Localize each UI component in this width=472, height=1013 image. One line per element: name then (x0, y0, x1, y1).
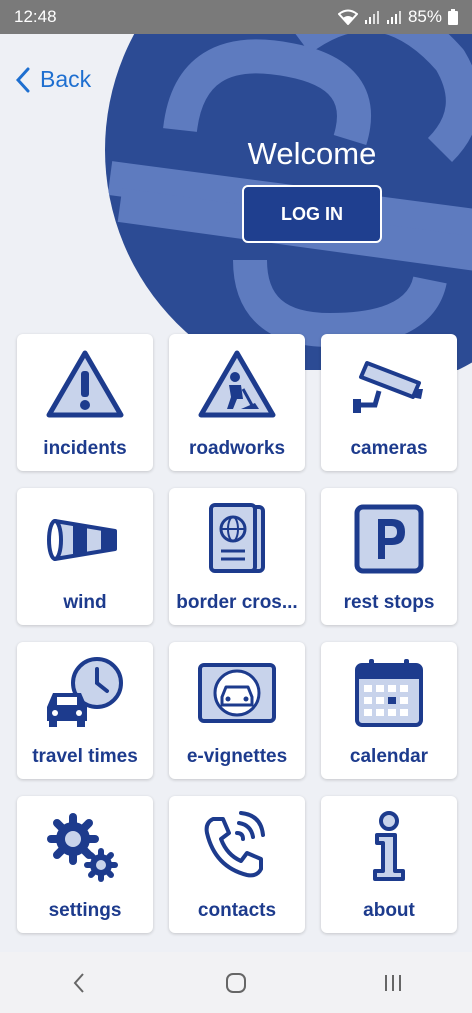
tile-label: e-vignettes (186, 746, 288, 767)
tile-roadworks[interactable]: roadworks (169, 334, 305, 471)
car-clock-icon (47, 657, 123, 727)
tile-contacts[interactable]: contacts (169, 796, 305, 933)
chevron-left-icon (16, 67, 30, 92)
welcome-heading: Welcome (247, 136, 377, 171)
brand-logo-circle (105, 0, 472, 370)
status-time: 12:48 (14, 7, 57, 26)
tile-label: cameras (350, 438, 428, 459)
parking-icon (354, 504, 424, 574)
tile-travel-times[interactable]: travel times (17, 642, 153, 779)
tile-calendar[interactable]: calendar (321, 642, 457, 779)
tile-label: about (363, 900, 415, 921)
nav-home-button[interactable] (206, 963, 266, 1003)
passport-icon (209, 503, 265, 573)
recents-icon (385, 974, 402, 991)
tile-border-crossings[interactable]: border cros... (169, 488, 305, 625)
warning-icon (46, 350, 124, 418)
tile-label: calendar (349, 746, 429, 767)
tile-rest-stops[interactable]: rest stops (321, 488, 457, 625)
battery-icon (448, 9, 458, 25)
tile-label: border cros... (176, 592, 298, 613)
status-icons: 85% (337, 7, 458, 27)
gears-icon (47, 813, 118, 882)
login-button[interactable]: LOG IN (242, 185, 382, 243)
signal-icon (364, 11, 379, 24)
tile-label: rest stops (343, 592, 435, 613)
wifi-icon (337, 9, 358, 25)
tile-e-vignettes[interactable]: e-vignettes (169, 642, 305, 779)
back-button[interactable]: Back (16, 66, 91, 93)
tile-label: contacts (197, 900, 277, 921)
phone-icon (204, 811, 265, 878)
home-icon (225, 972, 246, 993)
back-label: Back (40, 66, 92, 92)
tile-about[interactable]: about (321, 796, 457, 933)
system-nav-bar (0, 952, 472, 1013)
tile-label: roadworks (188, 438, 286, 459)
camera-icon (353, 361, 423, 413)
vignette-icon (198, 663, 276, 723)
info-icon (373, 811, 405, 881)
calendar-icon (355, 659, 423, 727)
tile-label: travel times (32, 746, 138, 767)
tile-settings[interactable]: settings (17, 796, 153, 933)
tile-cameras[interactable]: cameras (321, 334, 457, 471)
tile-wind[interactable]: wind (17, 488, 153, 625)
tile-label: wind (63, 592, 107, 613)
windsock-icon (47, 519, 117, 561)
battery-level: 85% (407, 7, 442, 26)
status-bar: 12:48 85% (0, 0, 472, 34)
chevron-left-icon (73, 972, 84, 993)
tile-label: settings (48, 900, 122, 921)
signal-icon (386, 11, 401, 24)
roadworks-icon (198, 350, 276, 418)
nav-back-button[interactable] (49, 963, 109, 1003)
hero-banner: Back Welcome LOG IN (0, 0, 472, 370)
tile-label: incidents (43, 438, 127, 459)
tile-incidents[interactable]: incidents (17, 334, 153, 471)
nav-recents-button[interactable] (363, 963, 423, 1003)
